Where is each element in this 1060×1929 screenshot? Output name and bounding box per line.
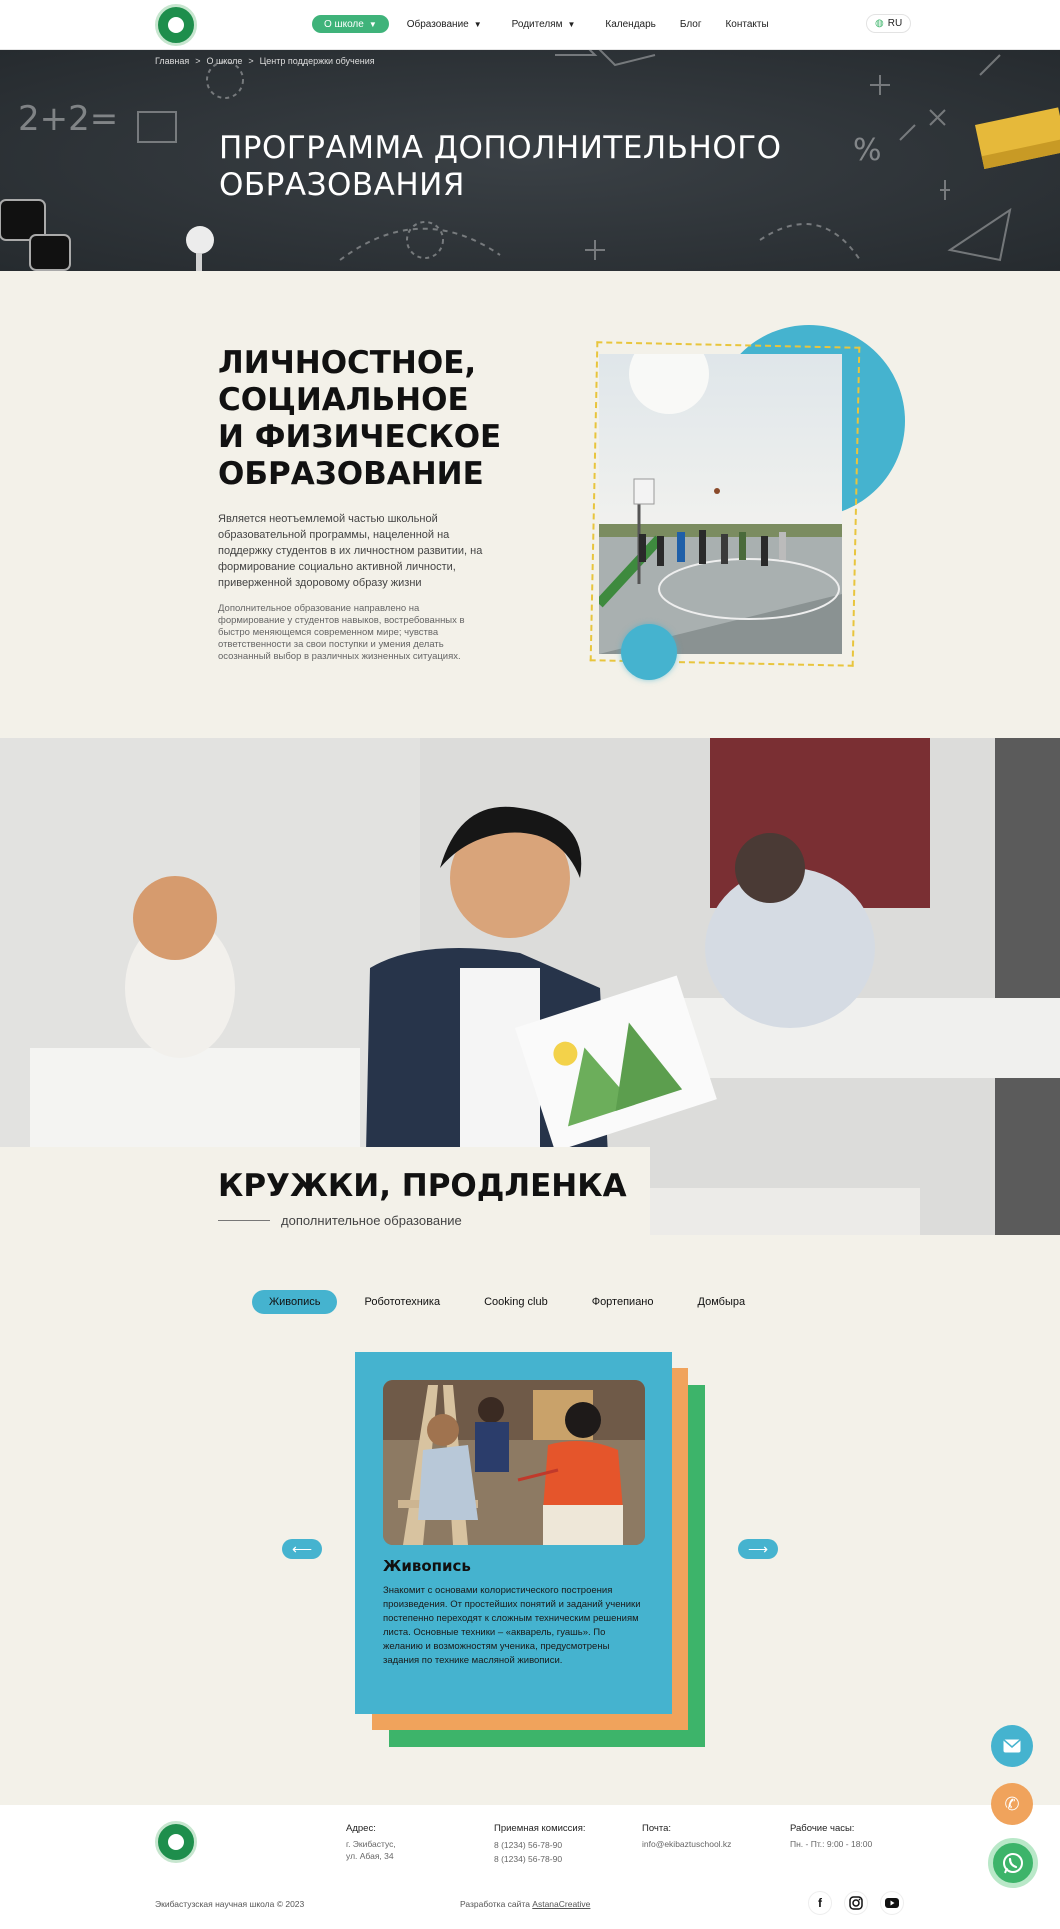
basketball-court-image — [599, 354, 842, 654]
hours-label: Рабочие часы: — [790, 1823, 855, 1834]
language-switcher[interactable]: ◍ RU — [866, 14, 912, 33]
language-label: RU — [887, 18, 903, 29]
school-logo[interactable] — [155, 4, 197, 46]
page-title-line: ОБРАЗОВАНИЯ — [219, 167, 465, 203]
address-line: г. Экибастус, — [346, 1839, 396, 1849]
svg-text:%: % — [853, 133, 882, 168]
section-title-line: СОЦИАЛЬНОЕ — [218, 382, 469, 418]
clubs-tabs: Живопись Робототехника Cooking club Форт… — [252, 1290, 762, 1314]
site-header: О школе ▼ Образование ▼ Родителям ▼ Календа… — [0, 0, 1060, 50]
footer-admission: Приемная комиссия: 8 (1234) 56-78-90 8 (… — [494, 1823, 586, 1866]
tab-piano[interactable]: Фортепиано — [575, 1290, 671, 1314]
breadcrumb-link-about[interactable]: О школе — [207, 56, 243, 66]
section-title-line: ЛИЧНОСТНОЕ, — [218, 345, 477, 381]
breadcrumb-current: Центр поддержки обучения — [259, 56, 375, 66]
nav-label: О школе — [324, 18, 364, 30]
svg-text:2+2=: 2+2= — [18, 99, 118, 139]
carousel-next-button[interactable]: ⟶ — [738, 1539, 778, 1559]
phone-icon: ✆ — [1004, 1793, 1020, 1815]
chevron-down-icon: ▼ — [567, 19, 576, 29]
club-card-description: Знакомит с основами колористического пос… — [383, 1585, 641, 1666]
breadcrumb: Главная > О школе > Центр поддержки обуч… — [155, 56, 375, 66]
footer-mail: Почта: info@ekibaztuschool.kz — [642, 1823, 731, 1850]
floating-phone-button[interactable]: ✆ — [991, 1783, 1033, 1825]
section-secondary-text: Дополнительное образование направлено на… — [218, 603, 465, 662]
tab-painting[interactable]: Живопись — [252, 1290, 338, 1314]
chevron-right-icon: > — [195, 56, 201, 66]
mail-link[interactable]: info@ekibaztuschool.kz — [642, 1838, 731, 1850]
developer-prefix: Разработка сайта — [460, 1899, 530, 1909]
nav-label: Образование — [406, 18, 469, 30]
club-card-title: Живопись — [383, 1557, 471, 1575]
arrow-left-icon: ⟵ — [291, 1540, 313, 1557]
divider-line — [218, 1220, 270, 1221]
globe-icon: ◍ — [875, 18, 884, 29]
section-title-personal-education: ЛИЧНОСТНОЕ, СОЦИАЛЬНОЕ И ФИЗИЧЕСКОЕ ОБРА… — [218, 345, 518, 493]
address-label: Адрес: — [346, 1823, 376, 1834]
painting-class-image — [383, 1380, 645, 1545]
page-title-line: ПРОГРАММА ДОПОЛНИТЕЛЬНОГО — [219, 130, 782, 166]
nav-item-calendar[interactable]: Календарь — [593, 15, 667, 33]
decor-circle-small — [621, 624, 677, 680]
section-title-line: И ФИЗИЧЕСКОЕ — [218, 419, 502, 455]
arrow-right-icon: ⟶ — [747, 1540, 769, 1557]
tab-dombyra[interactable]: Домбыра — [681, 1290, 763, 1314]
instagram-link[interactable] — [844, 1891, 868, 1915]
section-intro-text: Является неотъемлемой частью школьной об… — [218, 513, 483, 589]
nav-label: Блог — [679, 18, 702, 30]
instagram-icon — [849, 1896, 863, 1910]
section-subtitle-clubs: дополнительное образование — [281, 1213, 462, 1228]
address-line: ул. Абая, 34 — [346, 1851, 394, 1861]
admission-label: Приемная комиссия: — [494, 1823, 586, 1834]
nav-item-blog[interactable]: Блог — [668, 15, 714, 33]
section-title-clubs: КРУЖКИ, ПРОДЛЕНКА — [218, 1168, 627, 1204]
youtube-link[interactable] — [880, 1891, 904, 1915]
breadcrumb-link-home[interactable]: Главная — [155, 56, 189, 66]
floating-mail-button[interactable] — [991, 1725, 1033, 1767]
facebook-icon: f — [818, 1896, 822, 1910]
nav-label: Контакты — [725, 18, 769, 30]
mail-label: Почта: — [642, 1823, 672, 1834]
copyright-text: Экибастузская научная школа © 2023 — [155, 1899, 305, 1909]
chevron-down-icon: ▼ — [368, 19, 377, 29]
nav-label: Календарь — [605, 18, 656, 30]
phone-link[interactable]: 8 (1234) 56-78-90 — [494, 1852, 586, 1866]
club-card-image — [383, 1380, 645, 1545]
section-title-line: ОБРАЗОВАНИЕ — [218, 456, 484, 492]
tab-cooking-club[interactable]: Cooking club — [467, 1290, 565, 1314]
nav-label: Родителям — [511, 18, 563, 30]
youtube-icon — [885, 1898, 899, 1908]
carousel-prev-button[interactable]: ⟵ — [282, 1539, 322, 1559]
mail-icon — [1003, 1739, 1021, 1753]
basketball-photo — [599, 354, 842, 654]
chevron-right-icon: > — [248, 56, 254, 66]
phone-link[interactable]: 8 (1234) 56-78-90 — [494, 1838, 586, 1852]
nav-item-parents[interactable]: Родителям ▼ — [500, 15, 588, 33]
whatsapp-icon — [1003, 1853, 1023, 1874]
floating-whatsapp-button[interactable] — [988, 1838, 1038, 1888]
tab-robotics[interactable]: Робототехника — [347, 1290, 457, 1314]
page-title: ПРОГРАММА ДОПОЛНИТЕЛЬНОГО ОБРАЗОВАНИЯ — [219, 130, 782, 204]
footer-address: Адрес: г. Экибастус, ул. Абая, 34 — [346, 1823, 396, 1862]
developer-link[interactable]: AstanaCreative — [532, 1899, 590, 1909]
nav-item-about[interactable]: О школе ▼ — [312, 15, 389, 33]
nav-item-contacts[interactable]: Контакты — [713, 15, 780, 33]
nav-item-education[interactable]: Образование ▼ — [395, 15, 494, 33]
footer-hours: Рабочие часы: Пн. - Пт.: 9:00 - 18:00 — [790, 1823, 872, 1850]
hours-value: Пн. - Пт.: 9:00 - 18:00 — [790, 1839, 873, 1849]
facebook-link[interactable]: f — [808, 1891, 832, 1915]
footer-logo[interactable] — [155, 1821, 197, 1863]
chevron-down-icon: ▼ — [473, 19, 482, 29]
developer-credit: Разработка сайта AstanaCreative — [460, 1899, 590, 1909]
main-nav: О школе ▼ Образование ▼ Родителям ▼ Календа… — [312, 15, 781, 33]
